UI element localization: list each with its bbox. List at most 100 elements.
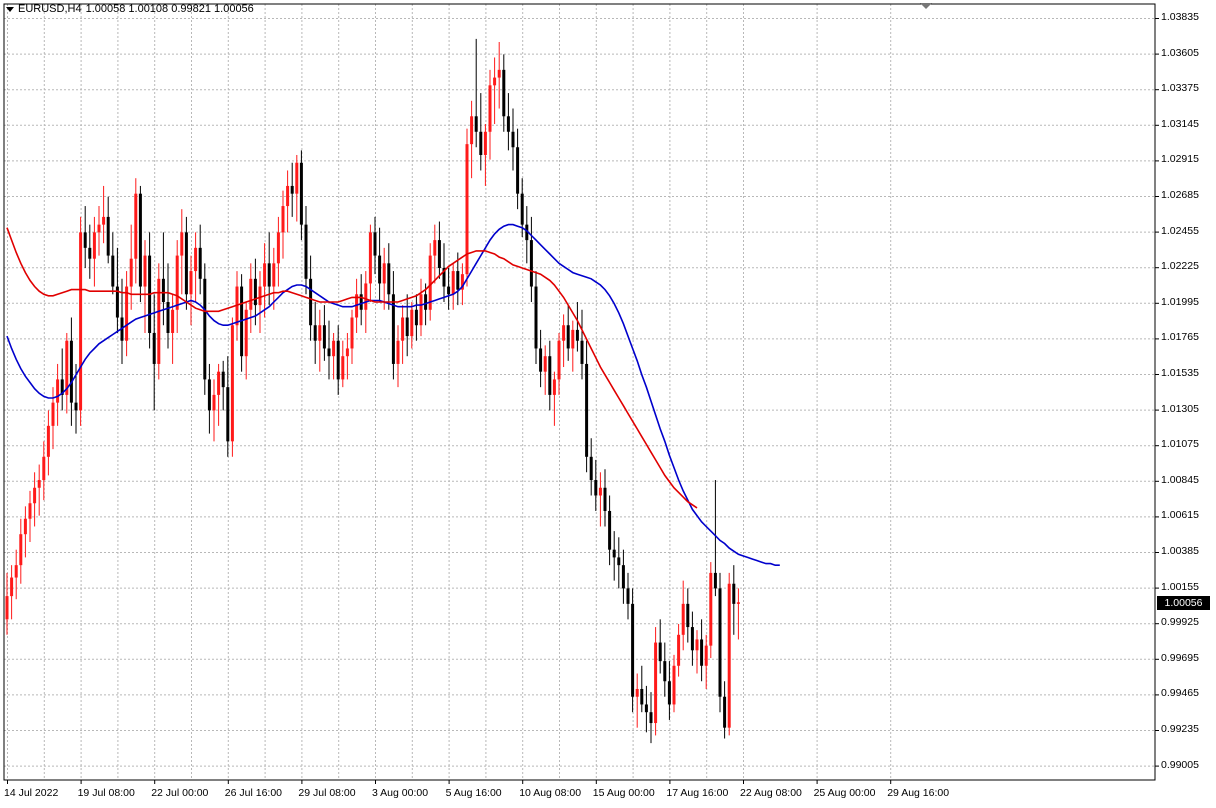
candle-body[interactable]: [313, 325, 317, 341]
candle-body[interactable]: [520, 193, 524, 225]
candle-body[interactable]: [152, 332, 156, 364]
candle-body[interactable]: [575, 329, 579, 341]
candle-body[interactable]: [713, 572, 717, 589]
candle-body[interactable]: [203, 278, 207, 380]
candle-body[interactable]: [175, 255, 179, 310]
candle-body[interactable]: [479, 131, 483, 155]
candle-body[interactable]: [580, 340, 584, 364]
candle-body[interactable]: [336, 340, 340, 380]
candle-body[interactable]: [230, 325, 234, 442]
candle-body[interactable]: [125, 286, 129, 341]
candle-body[interactable]: [368, 232, 372, 284]
candle-body[interactable]: [263, 263, 267, 287]
candle-body[interactable]: [88, 247, 92, 259]
candle-body[interactable]: [663, 661, 667, 682]
candle-body[interactable]: [157, 278, 161, 364]
candle-body[interactable]: [566, 325, 570, 349]
candle-body[interactable]: [97, 224, 101, 233]
candle-body[interactable]: [608, 510, 612, 550]
candle-body[interactable]: [14, 565, 18, 578]
candle-body[interactable]: [281, 206, 285, 233]
candle-body[interactable]: [42, 456, 46, 481]
chart-window[interactable]: EURUSD,H4 1.00058 1.00108 0.99821 1.0005…: [0, 0, 1216, 808]
candle-body[interactable]: [488, 85, 492, 132]
candle-body[interactable]: [129, 258, 133, 287]
candle-body[interactable]: [557, 340, 561, 380]
candle-body[interactable]: [295, 162, 299, 194]
candle-body[interactable]: [621, 565, 625, 589]
candle-body[interactable]: [414, 309, 418, 326]
candle-body[interactable]: [350, 317, 354, 349]
candle-body[interactable]: [736, 602, 740, 604]
candle-body[interactable]: [497, 69, 501, 78]
candle-body[interactable]: [345, 348, 349, 357]
candle-body[interactable]: [493, 77, 497, 86]
candle-body[interactable]: [258, 286, 262, 306]
candle-body[interactable]: [410, 309, 414, 337]
candle-body[interactable]: [382, 263, 386, 284]
candle-body[interactable]: [644, 704, 648, 713]
candle-body[interactable]: [134, 193, 138, 259]
candle-body[interactable]: [249, 278, 253, 310]
candle-body[interactable]: [221, 371, 225, 388]
candle-body[interactable]: [79, 232, 83, 411]
candle-body[interactable]: [571, 329, 575, 349]
candle-body[interactable]: [56, 379, 60, 403]
candle-body[interactable]: [23, 518, 27, 535]
candle-body[interactable]: [594, 480, 598, 496]
candle-body[interactable]: [686, 603, 690, 628]
candle-body[interactable]: [667, 681, 671, 705]
candle-body[interactable]: [649, 712, 653, 724]
candle-body[interactable]: [681, 603, 685, 635]
candle-body[interactable]: [207, 379, 211, 411]
candle-body[interactable]: [585, 363, 589, 457]
candle-body[interactable]: [516, 147, 520, 194]
candle-body[interactable]: [548, 356, 552, 395]
candle-body[interactable]: [309, 278, 313, 326]
candle-body[interactable]: [272, 263, 276, 287]
candle-body[interactable]: [387, 263, 391, 295]
candle-body[interactable]: [217, 371, 221, 395]
candle-body[interactable]: [511, 131, 515, 148]
candle-body[interactable]: [364, 283, 368, 310]
candle-body[interactable]: [92, 232, 96, 259]
candle-body[interactable]: [161, 278, 165, 303]
candle-body[interactable]: [690, 627, 694, 651]
candle-body[interactable]: [286, 185, 290, 207]
candle-body[interactable]: [700, 639, 704, 666]
candle-body[interactable]: [419, 294, 423, 326]
candle-body[interactable]: [51, 402, 55, 426]
candle-body[interactable]: [102, 216, 106, 225]
candle-body[interactable]: [589, 456, 593, 481]
candle-body[interactable]: [28, 503, 32, 519]
chart-shift-marker-icon[interactable]: [920, 3, 932, 9]
candle-body[interactable]: [534, 286, 538, 349]
candle-body[interactable]: [378, 255, 382, 284]
candle-body[interactable]: [138, 193, 142, 287]
chart-svg[interactable]: [0, 0, 1216, 808]
candle-body[interactable]: [424, 294, 428, 310]
candle-body[interactable]: [5, 596, 9, 620]
candle-body[interactable]: [83, 232, 87, 248]
candle-body[interactable]: [502, 69, 506, 117]
candle-body[interactable]: [635, 688, 639, 697]
candle-body[interactable]: [640, 688, 644, 705]
candle-body[interactable]: [69, 340, 73, 403]
candle-body[interactable]: [332, 340, 336, 357]
candle-body[interactable]: [244, 309, 248, 357]
candle-body[interactable]: [33, 487, 37, 504]
candle-body[interactable]: [483, 131, 487, 155]
candle-body[interactable]: [106, 216, 110, 256]
candle-body[interactable]: [189, 271, 193, 295]
candle-body[interactable]: [709, 572, 713, 646]
candle-body[interactable]: [562, 325, 566, 341]
candle-body[interactable]: [474, 116, 478, 132]
candle-body[interactable]: [727, 583, 731, 728]
candle-body[interactable]: [19, 534, 23, 566]
candle-body[interactable]: [74, 402, 78, 411]
candle-body[interactable]: [10, 577, 14, 597]
candle-body[interactable]: [267, 263, 271, 287]
candle-body[interactable]: [658, 642, 662, 662]
candle-body[interactable]: [617, 557, 621, 566]
candle-body[interactable]: [626, 588, 630, 604]
